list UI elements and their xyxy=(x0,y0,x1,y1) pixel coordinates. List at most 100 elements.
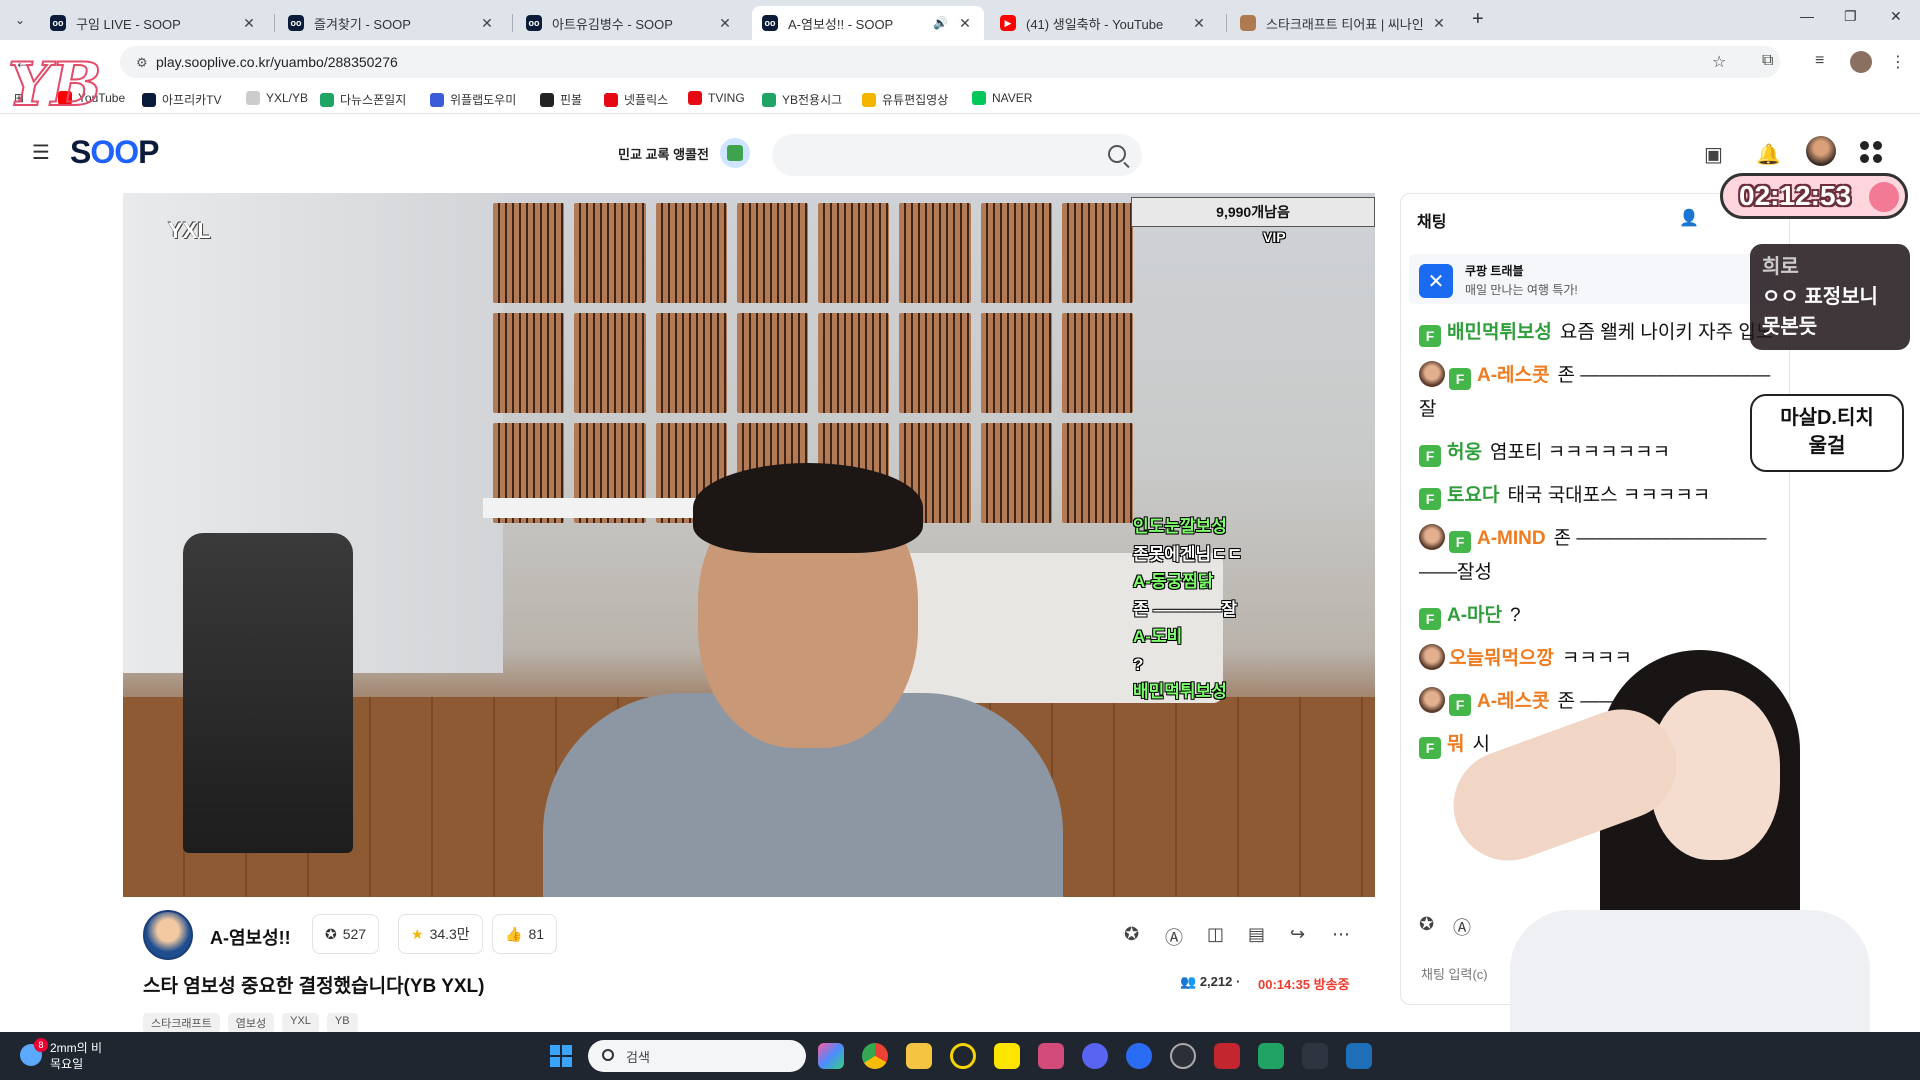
bookmark-yxl-yb[interactable]: YXL/YB xyxy=(246,91,308,105)
sticker-icon[interactable]: ◫ xyxy=(1207,924,1224,945)
tab-5[interactable]: ▶ (41) 생일축하 - YouTube ✕ xyxy=(990,6,1218,40)
chat-users-icon[interactable]: 👤 xyxy=(1679,208,1699,228)
media-control-icon[interactable]: ≡ xyxy=(1815,52,1824,70)
steam-icon[interactable] xyxy=(1170,1043,1196,1069)
close-window-icon[interactable]: ✕ xyxy=(1890,8,1902,25)
promo-badge-icon[interactable] xyxy=(720,138,750,168)
browser-profile-avatar[interactable] xyxy=(1850,51,1872,73)
tag[interactable]: YB xyxy=(326,1013,358,1033)
chat-user-avatar[interactable] xyxy=(1419,687,1445,713)
app-icon-tool[interactable] xyxy=(1302,1043,1328,1069)
tab-4-active[interactable]: oo A-염보성!! - SOOP 🔊 ✕ xyxy=(752,6,984,40)
ad-title: 쿠팡 트래블 xyxy=(1465,264,1524,278)
chat-nickname[interactable]: A-MIND xyxy=(1477,528,1546,549)
bookmark-youtube-edit[interactable]: 유튜편집영상 xyxy=(862,91,948,108)
ad-balloon-icon[interactable]: Ⓐ xyxy=(1165,924,1183,950)
app-icon-green-f[interactable] xyxy=(1258,1043,1284,1069)
overlay-white-bubble: 마살D.티치 울걸 xyxy=(1750,394,1904,472)
chat-user-avatar[interactable] xyxy=(1419,644,1445,670)
tab-close-icon[interactable]: ✕ xyxy=(240,15,258,32)
bookmark-netflix[interactable]: 넷플릭스 xyxy=(604,91,668,108)
tag[interactable]: 스타크래프트 xyxy=(143,1013,220,1033)
tab-close-icon[interactable]: ✕ xyxy=(478,15,496,32)
tab-close-icon[interactable]: ✕ xyxy=(716,15,734,32)
app-icon-blue[interactable] xyxy=(1126,1043,1152,1069)
tag[interactable]: YXL xyxy=(282,1013,319,1033)
weather-widget[interactable]: 8 2mm의 비 목요일 xyxy=(20,1038,102,1072)
speaker-icon[interactable]: 🔊 xyxy=(933,16,948,30)
extensions-icon[interactable]: ⧉ xyxy=(1762,52,1773,70)
chat-nickname[interactable]: A-마단 xyxy=(1447,605,1502,626)
notification-bell-icon[interactable]: 🔔 xyxy=(1756,142,1781,167)
tab-close-icon[interactable]: ✕ xyxy=(956,15,974,32)
broadcast-camera-icon[interactable]: ▣ xyxy=(1704,142,1723,167)
browser-menu-icon[interactable]: ⋮ xyxy=(1890,52,1906,72)
chat-nickname[interactable]: 토요다 xyxy=(1447,485,1499,506)
youtube-favicon-icon: ▶ xyxy=(1000,15,1016,31)
app-icon-circle[interactable] xyxy=(950,1043,976,1069)
favorite-button[interactable]: ★ 34.3만 xyxy=(398,914,483,954)
subscribe-button[interactable]: ✪ 527 xyxy=(312,914,380,954)
share-icon[interactable]: ↪ xyxy=(1290,924,1305,945)
tab-2[interactable]: oo 즐겨찾기 - SOOP ✕ xyxy=(278,6,506,40)
file-explorer-icon[interactable] xyxy=(906,1043,932,1069)
copilot-icon[interactable] xyxy=(818,1043,844,1069)
minimize-icon[interactable]: — xyxy=(1800,8,1814,24)
tab-bar: ⌄ oo 구임 LIVE - SOOP ✕ oo 즐겨찾기 - SOOP ✕ o… xyxy=(0,0,1920,40)
chat-user-avatar[interactable] xyxy=(1419,361,1445,387)
channel-avatar[interactable] xyxy=(143,910,193,960)
video-scene-chairs xyxy=(183,533,353,853)
video-player[interactable]: YXL 9,990개남음 VIP 인도눈깔보성 존못에겐님ㄷㄷ A-동궁찜닭 존… xyxy=(123,193,1375,897)
bookmark-pinball[interactable]: 핀볼 xyxy=(540,91,582,108)
taskbar-search[interactable]: 검색 xyxy=(588,1040,806,1072)
bookmark-afreecatv[interactable]: 아프리카TV xyxy=(142,91,222,108)
bookmark-naver[interactable]: NAVER xyxy=(972,91,1032,105)
apps-menu-icon[interactable] xyxy=(1860,141,1882,163)
viewers-icon: 👥 xyxy=(1180,974,1200,989)
app-icon-chart[interactable] xyxy=(1346,1043,1372,1069)
bookmark-yb-sig[interactable]: YB전용시그 xyxy=(762,91,842,108)
hamburger-menu-icon[interactable]: ☰ xyxy=(32,140,50,165)
chat-nickname[interactable]: A-레스콧 xyxy=(1477,365,1550,386)
bookmark-star-icon[interactable]: ☆ xyxy=(1712,52,1726,72)
travel-app-icon: ✕ xyxy=(1419,264,1453,298)
url-field[interactable]: play.sooplive.co.kr/yuambo/288350276 xyxy=(120,46,1780,78)
more-options-icon[interactable]: ⋯ xyxy=(1332,924,1350,945)
new-tab-button[interactable]: + xyxy=(1472,8,1484,31)
clip-icon[interactable]: ▤ xyxy=(1248,924,1265,945)
restore-icon[interactable]: ❐ xyxy=(1844,8,1857,25)
like-button[interactable]: 👍 81 xyxy=(492,914,558,954)
discord-icon[interactable] xyxy=(1082,1043,1108,1069)
windows-start-icon[interactable] xyxy=(550,1045,572,1067)
site-search-input[interactable] xyxy=(772,134,1142,176)
app-icon-red[interactable] xyxy=(1214,1043,1240,1069)
bookmark-weflab[interactable]: 위플랩도우미 xyxy=(430,91,516,108)
gift-icon[interactable]: ✪ xyxy=(1124,924,1139,945)
tab-search-chevron-icon[interactable]: ⌄ xyxy=(8,8,32,32)
chat-ad-banner[interactable]: ✕ 쿠팡 트래블 매일 만나는 여행 특가! xyxy=(1409,254,1779,304)
bookmark-danews[interactable]: 다뉴스폰일지 xyxy=(320,91,406,108)
chat-message: F 허웅 염포티 ㅋㅋㅋㅋㅋㅋㅋ xyxy=(1419,436,1779,470)
chat-nickname[interactable]: 배민먹튀보성 xyxy=(1447,322,1552,343)
app-icon-paint[interactable] xyxy=(1038,1043,1064,1069)
subscribe-count: 527 xyxy=(342,926,367,942)
chat-gift-icon[interactable]: ✪ xyxy=(1419,914,1434,935)
tab-1[interactable]: oo 구임 LIVE - SOOP ✕ xyxy=(40,6,268,40)
chrome-icon[interactable] xyxy=(862,1043,888,1069)
tag[interactable]: 염보성 xyxy=(227,1013,275,1033)
site-info-icon[interactable]: ⚙ xyxy=(136,55,148,71)
bookmark-tving[interactable]: TVING xyxy=(688,91,745,105)
promo-text[interactable]: 민교 교록 앵콜전 xyxy=(618,144,709,163)
chat-nickname[interactable]: 허웅 xyxy=(1447,442,1482,463)
search-icon[interactable] xyxy=(1108,145,1126,163)
chat-user-avatar[interactable] xyxy=(1419,524,1445,550)
channel-name[interactable]: A-염보성!! xyxy=(210,924,291,950)
balloon-counter: 9,990개남음 xyxy=(1131,197,1375,227)
user-avatar[interactable] xyxy=(1806,136,1836,166)
tab-6[interactable]: 스타크래프트 티어표 | 씨나인 ✕ xyxy=(1230,6,1458,40)
soop-logo[interactable]: SOOP xyxy=(70,134,159,171)
tab-3[interactable]: oo 아트유김병수 - SOOP ✕ xyxy=(516,6,744,40)
tab-close-icon[interactable]: ✕ xyxy=(1190,15,1208,32)
kakaotalk-icon[interactable] xyxy=(994,1043,1020,1069)
tab-close-icon[interactable]: ✕ xyxy=(1430,15,1448,32)
